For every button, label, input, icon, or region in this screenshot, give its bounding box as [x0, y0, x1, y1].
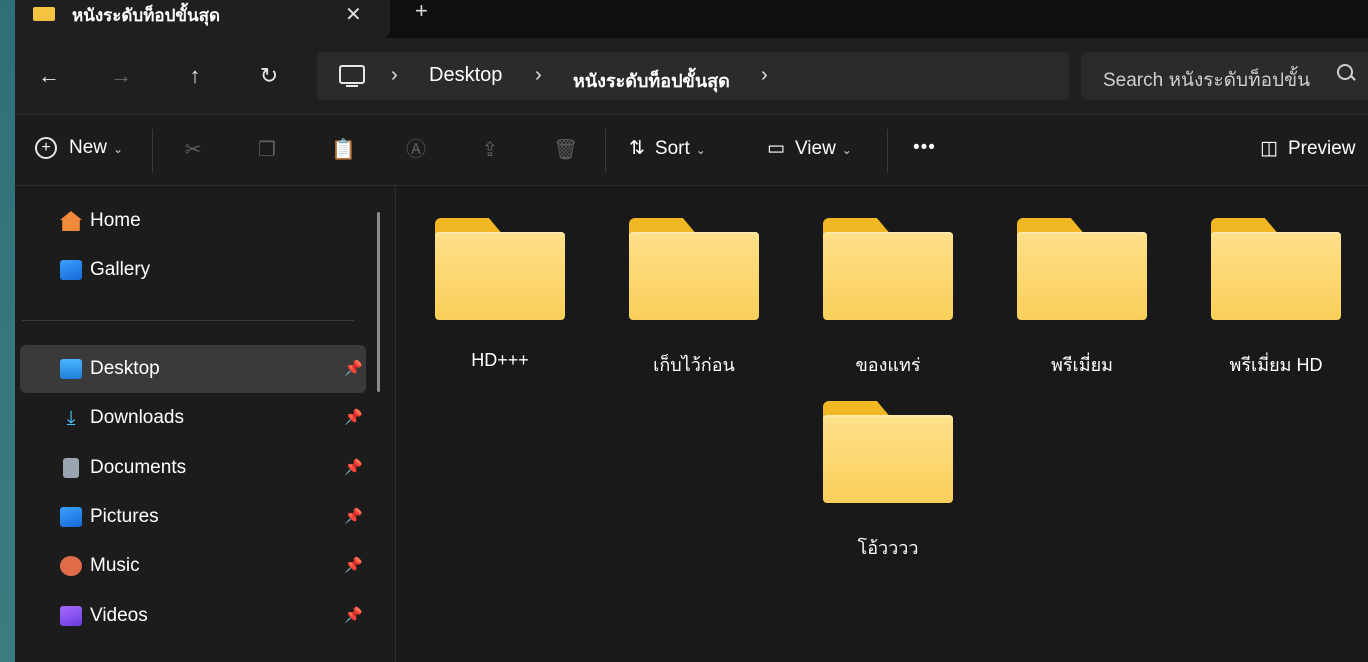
sidebar-scrollbar[interactable]	[377, 212, 380, 392]
tab-title: หนังระดับท็อปขั้นสุด	[72, 6, 221, 25]
tab-strip: หนังระดับท็อปขั้นสุด ✕ +	[15, 0, 1368, 38]
refresh-button[interactable]: ↻	[253, 60, 285, 92]
music-icon	[60, 556, 82, 576]
videos-icon	[60, 606, 82, 626]
sidebar-item-desktop[interactable]: Desktop 📌	[20, 345, 366, 393]
folder-icon-body	[823, 232, 953, 320]
sidebar-divider	[22, 320, 354, 321]
file-explorer-window: หนังระดับท็อปขั้นสุด ✕ + ← → ↑ ↻ › Deskt…	[15, 0, 1368, 662]
new-label: New	[69, 137, 108, 159]
pin-icon[interactable]: 📌	[344, 556, 363, 574]
folder-item[interactable]: เก็บไว้ก่อน	[609, 184, 759, 375]
back-button[interactable]: ←	[33, 60, 65, 92]
sidebar-item-label: Documents	[90, 457, 187, 478]
folder-icon-body	[1017, 232, 1147, 320]
sidebar-item-downloads[interactable]: ⤓ Downloads 📌	[20, 394, 366, 442]
sidebar-item-label: Downloads	[90, 407, 184, 428]
sidebar-item-label: Home	[90, 210, 141, 231]
toolbar-divider	[887, 129, 888, 173]
pictures-icon	[60, 507, 82, 527]
chevron-right-icon[interactable]: ›	[761, 64, 768, 87]
pin-icon[interactable]: 📌	[344, 507, 363, 525]
chevron-right-icon[interactable]: ›	[391, 64, 398, 87]
navigation-pane[interactable]: Home Gallery Desktop 📌 ⤓ Downloads 📌 Doc…	[15, 186, 395, 662]
sidebar-item-gallery[interactable]: Gallery	[20, 246, 366, 294]
tab-current[interactable]: หนังระดับท็อปขั้นสุด ✕	[15, 0, 390, 38]
chevron-down-icon: ⌄	[841, 143, 852, 157]
sidebar-item-home[interactable]: Home	[20, 197, 366, 245]
search-input[interactable]: Search หนังระดับท็อปขั้น	[1081, 52, 1368, 100]
documents-icon	[63, 458, 79, 478]
chevron-down-icon: ⌄	[695, 143, 706, 157]
pin-icon[interactable]: 📌	[344, 408, 363, 426]
download-icon: ⤓	[66, 407, 76, 429]
view-button[interactable]: ▭ View ⌄	[767, 137, 852, 160]
more-options-button[interactable]: •••	[913, 137, 936, 159]
gallery-icon	[60, 260, 82, 280]
home-icon	[60, 211, 82, 231]
view-icon: ▭	[767, 138, 785, 159]
folder-name: พรีเมี่ยม	[1051, 355, 1113, 375]
pin-icon[interactable]: 📌	[344, 458, 363, 476]
desktop-icon	[60, 359, 82, 379]
sidebar-item-label: Videos	[90, 605, 148, 626]
sort-button[interactable]: ⇅ Sort ⌄	[629, 137, 706, 160]
toolbar-divider	[605, 129, 606, 173]
folder-item[interactable]: พรีเมี่ยม	[997, 184, 1147, 375]
this-pc-icon[interactable]	[339, 65, 365, 87]
sidebar-item-pictures[interactable]: Pictures 📌	[20, 493, 366, 541]
folder-icon	[33, 7, 55, 21]
chevron-right-icon[interactable]: ›	[535, 64, 542, 87]
preview-pane-button[interactable]: ◫ Preview	[1260, 137, 1356, 160]
sort-icon: ⇅	[629, 138, 645, 159]
preview-pane-icon: ◫	[1260, 138, 1278, 159]
share-icon[interactable]: ⇪	[479, 139, 501, 161]
new-tab-button[interactable]: +	[415, 0, 428, 24]
rename-icon[interactable]: Ⓐ	[405, 139, 427, 161]
sidebar-item-documents[interactable]: Documents 📌	[20, 444, 366, 492]
search-icon	[1337, 64, 1353, 80]
new-button[interactable]: + New ⌄	[35, 137, 123, 159]
forward-button[interactable]: →	[105, 60, 137, 92]
folder-item[interactable]: HD+++	[415, 184, 565, 370]
sort-label: Sort	[654, 138, 690, 159]
chevron-down-icon: ⌄	[113, 142, 124, 157]
sidebar-item-label: Pictures	[90, 506, 159, 527]
folder-icon-body	[1211, 232, 1341, 320]
command-bar: + New ⌄ ✂ ❐ 📋 Ⓐ ⇪ 🗑 ⇅ Sort ⌄ ▭ View ⌄ ••• ◫ Pre…	[15, 114, 1368, 186]
breadcrumb-current-folder[interactable]: หนังระดับท็อปขั้นสุด	[573, 66, 730, 95]
add-icon: +	[35, 137, 57, 159]
file-list-view[interactable]: HD+++ เก็บไว้ก่อน ของแทร่ พรีเมี่ยม พรีเ…	[396, 186, 1368, 662]
toolbar-divider	[152, 129, 153, 173]
folder-icon-body	[435, 232, 565, 320]
folder-name: HD+++	[471, 350, 529, 370]
folder-name: เก็บไว้ก่อน	[653, 355, 735, 375]
folder-item[interactable]: ของแทร่	[803, 184, 953, 375]
cut-icon[interactable]: ✂	[182, 139, 204, 161]
folder-name: พรีเมี่ยม HD	[1229, 355, 1323, 375]
pin-icon[interactable]: 📌	[344, 606, 363, 624]
breadcrumb-desktop[interactable]: Desktop	[429, 64, 502, 87]
sidebar-item-label: Music	[90, 555, 140, 576]
folder-item[interactable]: พรีเมี่ยม HD	[1191, 184, 1341, 375]
up-button[interactable]: ↑	[179, 60, 211, 92]
copy-icon[interactable]: ❐	[256, 139, 278, 161]
close-tab-button[interactable]: ✕	[345, 2, 362, 27]
folder-icon-body	[629, 232, 759, 320]
pin-icon[interactable]: 📌	[344, 359, 363, 377]
search-placeholder: Search หนังระดับท็อปขั้น	[1103, 70, 1311, 91]
paste-icon[interactable]: 📋	[331, 139, 356, 161]
sidebar-item-label: Desktop	[90, 358, 160, 379]
view-label: View	[794, 138, 836, 159]
folder-icon-body	[823, 415, 953, 503]
sidebar-item-label: Gallery	[90, 259, 151, 280]
sidebar-item-music[interactable]: Music 📌	[20, 542, 366, 590]
address-row: ← → ↑ ↻ › Desktop › หนังระดับท็อปขั้นสุด…	[15, 38, 1368, 114]
address-bar[interactable]: › Desktop › หนังระดับท็อปขั้นสุด ›	[317, 52, 1069, 100]
folder-name: โอ้วววว	[857, 538, 919, 558]
preview-label: Preview	[1287, 138, 1356, 159]
delete-icon[interactable]: 🗑	[553, 139, 578, 161]
sidebar-item-videos[interactable]: Videos 📌	[20, 592, 366, 640]
folder-item[interactable]: โอ้วววว	[803, 367, 953, 558]
